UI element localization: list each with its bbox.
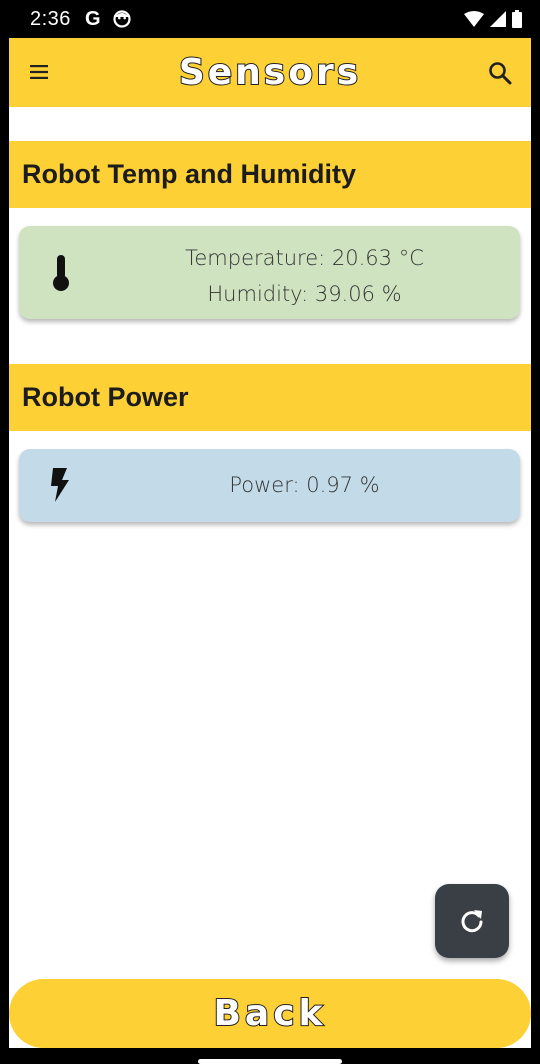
lightning-bolt-icon [49,467,71,503]
refresh-icon [461,910,483,933]
temp-humidity-card: Temperature: 20.63 °C Humidity: 39.06 % [19,226,520,319]
wifi-icon [464,11,484,27]
section-title: Robot Power [22,382,189,412]
navigation-handle[interactable] [198,1059,342,1064]
power-value: Power: 0.97 % [229,473,380,497]
status-bar: 2:36 G [0,0,540,38]
status-time: 2:36 [30,7,71,30]
search-button[interactable] [485,58,515,88]
power-card: Power: 0.97 % [19,449,520,522]
section-title: Robot Temp and Humidity [22,159,356,189]
back-button[interactable]: Back [9,979,531,1048]
power-reading: Power: 0.97 % [89,449,520,522]
temperature-value: Temperature: 20.63 °C [185,246,424,270]
app-screen: Sensors Robot Temp and Humidity Temperat… [9,38,531,1048]
google-icon: G [84,7,101,30]
refresh-button[interactable] [435,884,509,958]
section-header-temp-humidity: Robot Temp and Humidity [9,141,531,208]
humidity-value: Humidity: 39.06 % [207,282,402,306]
battery-icon [512,10,522,28]
menu-icon [30,65,48,79]
app-bar: Sensors [9,38,531,107]
temp-humidity-readings: Temperature: 20.63 °C Humidity: 39.06 % [89,240,520,312]
back-button-label: Back [212,992,327,1035]
page-title: Sensors [178,51,362,94]
cell-signal-icon [490,11,506,27]
status-icons [464,10,522,28]
section-header-power: Robot Power [9,364,531,431]
menu-button[interactable] [27,58,53,86]
search-icon [489,62,512,85]
face-icon [112,10,131,28]
thermometer-icon [49,254,73,292]
